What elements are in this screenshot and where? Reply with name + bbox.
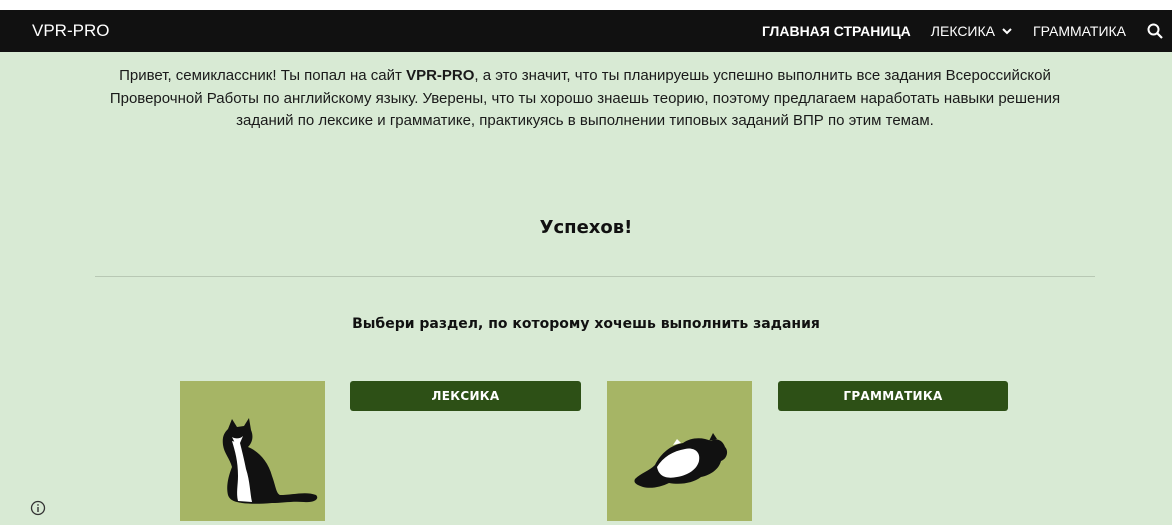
- divider: [95, 276, 1095, 277]
- site-logo-text[interactable]: VPR-PRO: [32, 10, 109, 52]
- nav-item-lexicon-label: ЛЕКСИКА: [930, 23, 995, 39]
- chevron-down-icon[interactable]: [1001, 25, 1013, 37]
- choose-section-heading: Выбери раздел, по которому хочешь выполн…: [352, 316, 820, 332]
- intro-text: Привет, семиклассник! Ты попал на сайт V…: [90, 65, 1080, 133]
- nav-item-grammar[interactable]: ГРАММАТИКА: [1033, 23, 1126, 39]
- nav-item-grammar-label: ГРАММАТИКА: [1033, 23, 1126, 39]
- nav-item-home[interactable]: ГЛАВНАЯ СТРАНИЦА: [762, 23, 911, 39]
- lexicon-image-tile: [180, 381, 325, 521]
- lexicon-button[interactable]: ЛЕКСИКА: [350, 381, 581, 411]
- grammar-button-label: ГРАММАТИКА: [843, 389, 943, 403]
- main-nav: ГЛАВНАЯ СТРАНИЦА ЛЕКСИКА ГРАММАТИКА: [762, 10, 1172, 52]
- cat-sitting-image: [222, 418, 318, 504]
- nav-item-lexicon[interactable]: ЛЕКСИКА: [931, 23, 1013, 39]
- intro-brand: VPR-PRO: [406, 67, 475, 84]
- main-content: Привет, семиклассник! Ты попал на сайт V…: [0, 52, 1172, 525]
- grammar-button[interactable]: ГРАММАТИКА: [778, 381, 1008, 411]
- success-heading: Успехов!: [539, 217, 633, 238]
- nav-item-home-label: ГЛАВНАЯ СТРАНИЦА: [761, 23, 911, 39]
- cat-lying-image: [634, 433, 728, 488]
- intro-part-1: Привет, семиклассник! Ты попал на сайт: [119, 67, 407, 84]
- grammar-image-tile: [607, 381, 752, 521]
- search-icon[interactable]: [1146, 22, 1164, 40]
- lexicon-button-label: ЛЕКСИКА: [431, 389, 500, 403]
- top-navigation-bar: VPR-PRO ГЛАВНАЯ СТРАНИЦА ЛЕКСИКА ГРАММАТ…: [0, 10, 1172, 52]
- info-icon[interactable]: [30, 500, 46, 516]
